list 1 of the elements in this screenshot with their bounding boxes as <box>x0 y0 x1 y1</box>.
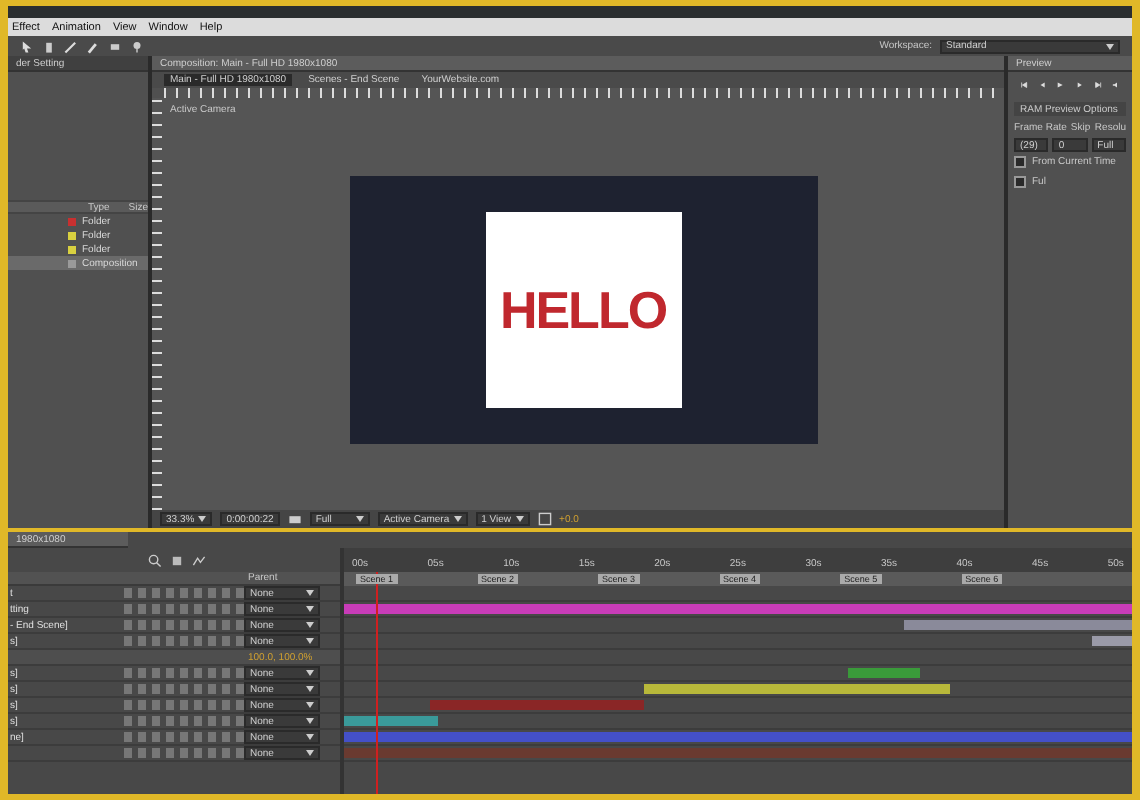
canvas-text: HELLO <box>499 279 667 341</box>
